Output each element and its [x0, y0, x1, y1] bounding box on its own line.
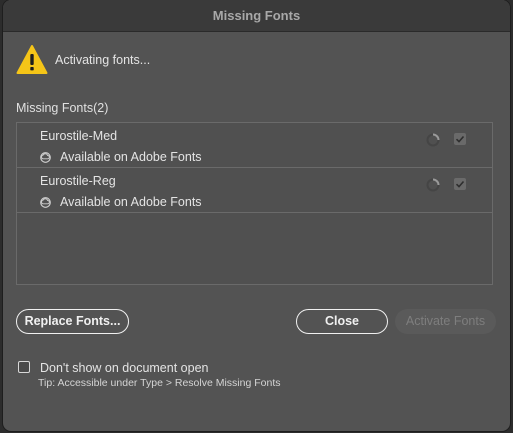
activate-fonts-button[interactable]: Activate Fonts [395, 309, 496, 334]
status-text: Activating fonts... [55, 53, 151, 67]
missing-fonts-dialog: Missing Fonts Activating fonts... Missin… [3, 0, 510, 431]
creative-cloud-icon [40, 197, 51, 208]
font-name: Eurostile-Reg [40, 174, 116, 188]
font-name: Eurostile-Med [40, 129, 118, 143]
dont-show-checkbox[interactable] [18, 360, 30, 373]
missing-fonts-list[interactable]: Eurostile-Med Available on Adobe Fonts E… [16, 122, 493, 285]
font-activate-checkbox[interactable] [454, 178, 466, 190]
dont-show-option[interactable]: Don't show on document open [18, 358, 208, 375]
font-availability: Available on Adobe Fonts [60, 195, 202, 209]
font-list-item[interactable]: Eurostile-Reg Available on Adobe Fonts [17, 168, 492, 213]
checkmark-icon [455, 180, 465, 188]
loading-spinner-icon [426, 133, 440, 147]
tip-text: Tip: Accessible under Type > Resolve Mis… [38, 377, 281, 389]
missing-fonts-label: Missing Fonts(2) [16, 101, 109, 115]
loading-spinner-icon [426, 178, 440, 192]
font-activate-checkbox[interactable] [454, 133, 466, 145]
font-availability: Available on Adobe Fonts [60, 150, 202, 164]
dialog-title: Missing Fonts [3, 0, 510, 32]
activation-status: Activating fonts... [16, 44, 150, 76]
warning-icon [16, 45, 48, 74]
font-list-item[interactable]: Eurostile-Med Available on Adobe Fonts [17, 123, 492, 168]
dont-show-label: Don't show on document open [40, 361, 209, 375]
replace-fonts-button[interactable]: Replace Fonts... [16, 309, 129, 334]
close-button[interactable]: Close [296, 309, 388, 334]
creative-cloud-icon [40, 152, 51, 163]
checkmark-icon [455, 135, 465, 143]
